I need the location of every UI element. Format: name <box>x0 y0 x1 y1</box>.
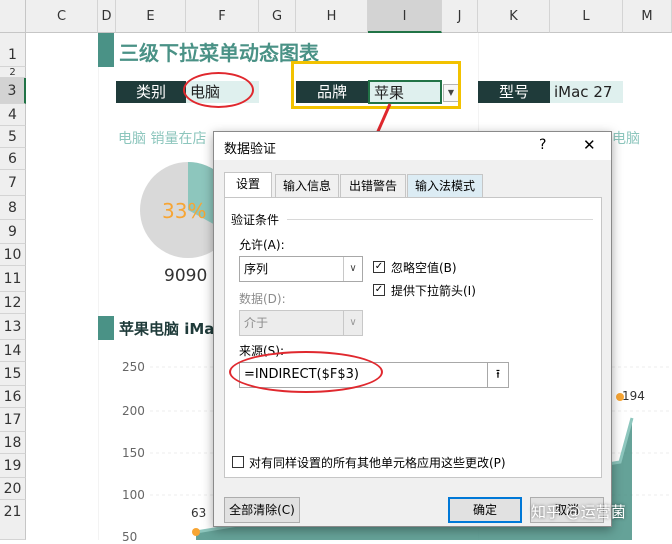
row-header-15[interactable]: 15 <box>0 362 26 386</box>
pie-caption-right: 电脑 <box>612 131 640 147</box>
data-validation-dialog: 数据验证 ? ✕ 设置 输入信息 出错警告 输入法模式 验证条件 允许(A): … <box>213 131 612 527</box>
row-header-1[interactable]: 1 <box>0 33 26 67</box>
y-tick-150: 150 <box>122 446 145 460</box>
y-tick-50: 50 <box>122 530 138 544</box>
column-header-h[interactable]: H <box>296 0 368 33</box>
row-header-20[interactable]: 20 <box>0 478 26 500</box>
pie-caption: 电脑 销量在店 <box>118 131 207 147</box>
model-cell[interactable]: iMac 27 <box>550 81 623 103</box>
ok-button[interactable]: 确定 <box>448 497 522 523</box>
close-icon[interactable]: ✕ <box>583 136 596 154</box>
model-label: 型号 <box>478 81 550 103</box>
category-label: 类别 <box>116 81 186 103</box>
row-header-17[interactable]: 17 <box>0 408 26 432</box>
row-header-14[interactable]: 14 <box>0 340 26 362</box>
dialog-titlebar[interactable]: 数据验证 ? ✕ <box>214 132 611 160</box>
column-header-i[interactable]: I <box>368 0 442 33</box>
row-header-8[interactable]: 8 <box>0 196 26 220</box>
y-tick-250: 250 <box>122 360 145 374</box>
row-header-3[interactable]: 3 <box>0 78 26 104</box>
data-label: 数据(D): <box>239 292 286 306</box>
chart-point-left <box>192 528 200 536</box>
pie-number: 9090 <box>164 266 208 286</box>
dialog-title: 数据验证 <box>224 142 277 157</box>
chart-label-right: 194 <box>622 389 645 403</box>
section-title: 苹果电脑 iMa <box>119 320 215 338</box>
row-header-2[interactable]: 2 <box>0 67 26 78</box>
validation-criteria-heading: 验证条件 <box>231 213 280 227</box>
source-highlight-oval <box>229 351 383 393</box>
row-header-16[interactable]: 16 <box>0 386 26 408</box>
column-header-m[interactable]: M <box>623 0 672 33</box>
tab-settings[interactable]: 设置 <box>224 172 272 198</box>
ignore-blank-checkbox[interactable]: ✓ <box>373 261 385 273</box>
row-header-18[interactable]: 18 <box>0 432 26 454</box>
apply-all-checkbox[interactable] <box>232 456 244 468</box>
data-select-value: 介于 <box>244 316 269 330</box>
watermark-text: 知乎 @运营菌 <box>531 503 626 521</box>
row-header-10[interactable]: 10 <box>0 244 26 266</box>
chart-label-left: 63 <box>191 506 207 520</box>
data-select: 介于 ∨ <box>239 310 363 336</box>
chevron-down-icon: ∨ <box>343 257 362 281</box>
row-header-9[interactable]: 9 <box>0 220 26 244</box>
dropdown-arrow-checkbox[interactable]: ✓ <box>373 284 385 296</box>
chevron-down-icon: ∨ <box>343 311 362 335</box>
apply-all-label: 对有同样设置的所有其他单元格应用这些更改(P) <box>249 456 506 470</box>
dropdown-arrow-label: 提供下拉箭头(I) <box>391 284 476 298</box>
row-header-5[interactable]: 5 <box>0 126 26 148</box>
grid-line <box>98 33 99 540</box>
column-header-g[interactable]: G <box>259 0 296 33</box>
tab-input-message[interactable]: 输入信息 <box>275 174 339 197</box>
y-tick-200: 200 <box>122 404 145 418</box>
section-accent-bar <box>98 316 114 340</box>
column-header-f[interactable]: F <box>186 0 259 33</box>
column-header-e[interactable]: E <box>116 0 186 33</box>
column-header-d[interactable]: D <box>98 0 116 33</box>
settings-panel: 验证条件 允许(A): 序列 ∨ ✓ 忽略空值(B) ✓ 提供下拉箭头(I) 数… <box>224 197 602 478</box>
column-header-c[interactable]: C <box>26 0 98 33</box>
row-header-11[interactable]: 11 <box>0 266 26 292</box>
y-tick-100: 100 <box>122 488 145 502</box>
allow-select-value: 序列 <box>244 262 269 276</box>
help-icon[interactable]: ? <box>539 137 546 153</box>
clear-all-button[interactable]: 全部清除(C) <box>224 497 300 523</box>
row-header-19[interactable]: 19 <box>0 454 26 478</box>
row-header-7[interactable]: 7 <box>0 170 26 196</box>
tab-error-alert[interactable]: 出错警告 <box>340 174 406 197</box>
ignore-blank-label: 忽略空值(B) <box>391 261 457 275</box>
allow-label: 允许(A): <box>239 238 285 252</box>
category-highlight-oval <box>183 72 254 108</box>
group-divider <box>287 219 593 220</box>
row-header-13[interactable]: 13 <box>0 314 26 340</box>
dashboard-title: 三级下拉菜单动态图表 <box>119 41 319 65</box>
row-header-6[interactable]: 6 <box>0 148 26 170</box>
title-accent-bar <box>98 33 114 67</box>
row-header-21[interactable]: 21 <box>0 500 26 540</box>
allow-select[interactable]: 序列 ∨ <box>239 256 363 282</box>
row-header-4[interactable]: 4 <box>0 104 26 126</box>
column-header-k[interactable]: K <box>478 0 550 33</box>
column-header-j[interactable]: J <box>442 0 478 33</box>
select-all-corner[interactable] <box>0 0 26 33</box>
column-header-l[interactable]: L <box>550 0 623 33</box>
collapse-range-icon[interactable]: ⭱ <box>487 362 509 388</box>
row-header-12[interactable]: 12 <box>0 292 26 314</box>
pie-percent: 33% <box>162 199 207 223</box>
tab-ime-mode[interactable]: 输入法模式 <box>407 174 483 197</box>
